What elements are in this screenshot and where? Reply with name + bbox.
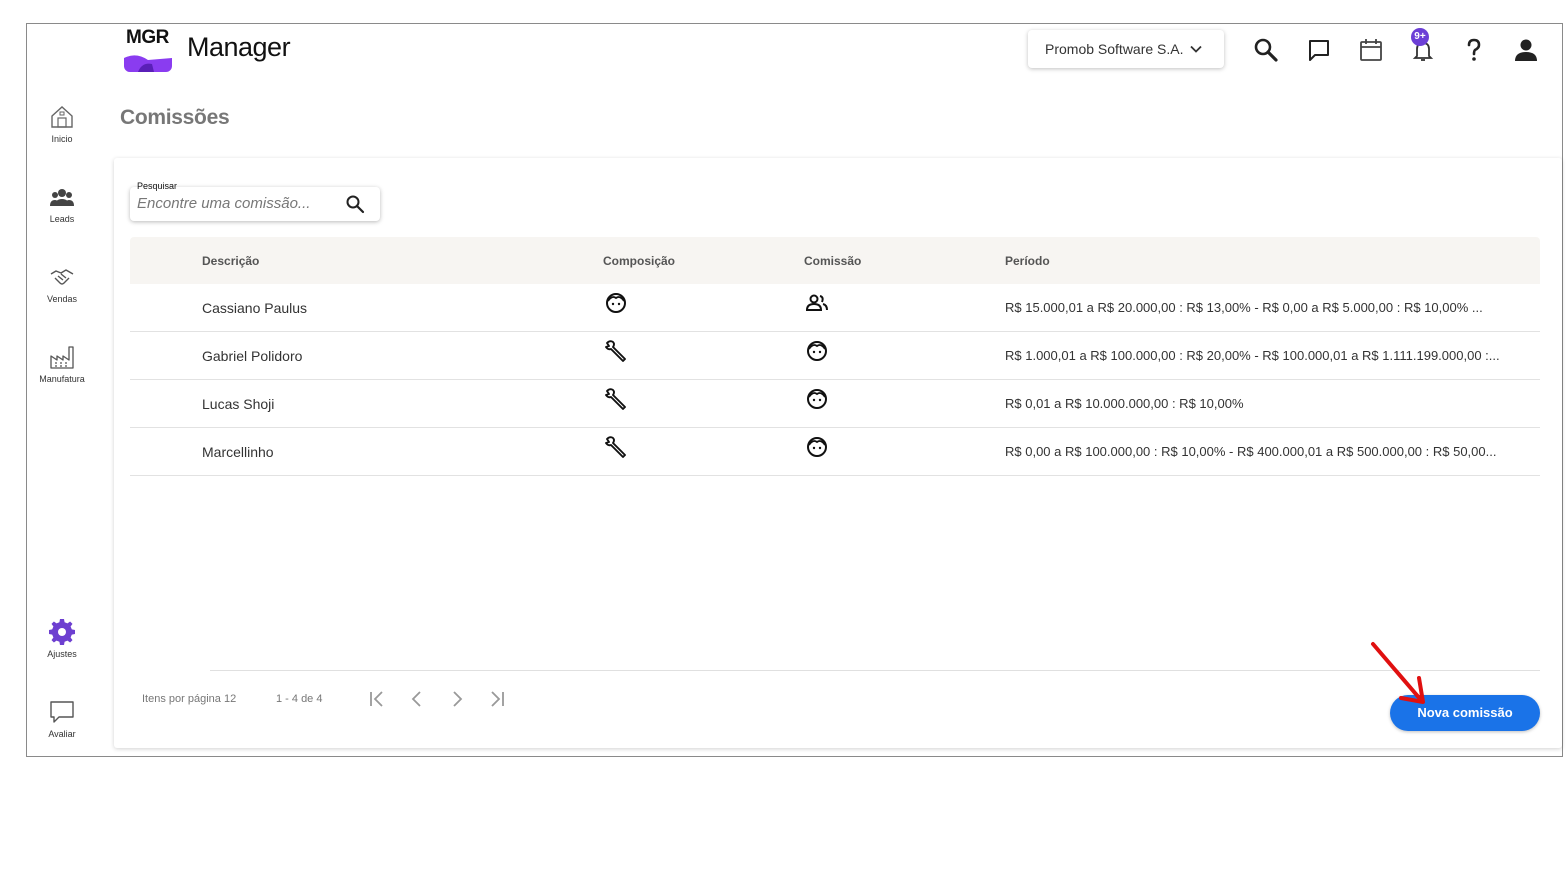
cell-periodo: R$ 15.000,01 a R$ 20.000,00 : R$ 13,00% …: [1005, 300, 1483, 315]
cell-descricao: Gabriel Polidoro: [202, 348, 303, 364]
logo-shape: [124, 55, 172, 72]
search-input[interactable]: [137, 195, 337, 212]
sidebar-label-leads: Leads: [49, 214, 75, 224]
face-icon: [807, 437, 827, 457]
column-header-periodo[interactable]: Período: [1005, 254, 1050, 268]
chat-icon[interactable]: [1305, 36, 1333, 64]
notification-badge: 9+: [1411, 28, 1429, 46]
last-page-icon[interactable]: [486, 688, 508, 710]
table-row[interactable]: Marcellinho R$ 0,00 a R$ 100.000,00 : R$…: [130, 428, 1540, 476]
company-name: Promob Software S.A.: [1045, 41, 1184, 57]
column-header-composicao[interactable]: Composição: [603, 254, 675, 268]
app-logo[interactable]: MGR: [124, 24, 172, 72]
sidebar-item-ajustes[interactable]: Ajustes: [27, 619, 97, 659]
chevron-down-icon: [1190, 45, 1202, 53]
items-per-page[interactable]: Itens por página 12: [142, 693, 236, 705]
cell-periodo: R$ 0,01 a R$ 10.000.000,00 : R$ 10,00%: [1005, 396, 1244, 411]
sidebar-item-vendas[interactable]: Vendas: [27, 264, 97, 304]
help-icon[interactable]: [1460, 36, 1488, 64]
cell-descricao: Lucas Shoji: [202, 396, 275, 412]
pager-divider: [210, 670, 1540, 671]
column-header-descricao[interactable]: Descrição: [202, 254, 259, 268]
company-selector[interactable]: Promob Software S.A.: [1028, 30, 1224, 68]
search-icon[interactable]: [1252, 36, 1280, 64]
gear-icon: [49, 619, 75, 645]
group-icon: [805, 294, 828, 311]
face-icon: [807, 389, 827, 409]
cell-descricao: Cassiano Paulus: [202, 300, 308, 316]
page-range: 1 - 4 de 4: [276, 693, 323, 705]
user-icon[interactable]: [1512, 36, 1540, 64]
wrench-icon: [605, 436, 626, 458]
next-page-icon[interactable]: [446, 688, 468, 710]
search-box[interactable]: Pesquisar: [130, 181, 380, 221]
sidebar-label-inicio: Inicio: [51, 134, 73, 144]
first-page-icon[interactable]: [366, 688, 388, 710]
table-row[interactable]: Gabriel Polidoro R$ 1.000,01 a R$ 100.00…: [130, 332, 1540, 380]
column-header-comissao[interactable]: Comissão: [804, 254, 861, 268]
sidebar-item-inicio[interactable]: Inicio: [27, 104, 97, 144]
calendar-icon[interactable]: [1357, 36, 1385, 64]
sidebar-label-avaliar: Avaliar: [48, 729, 76, 739]
logo-text: MGR: [126, 27, 169, 48]
factory-icon: [50, 346, 74, 369]
prev-page-icon[interactable]: [406, 688, 428, 710]
sidebar-item-avaliar[interactable]: Avaliar: [27, 699, 97, 739]
app-title: Manager: [187, 32, 291, 62]
wrench-icon: [605, 340, 626, 362]
face-icon: [807, 341, 827, 361]
table-row[interactable]: Lucas Shoji R$ 0,01 a R$ 10.000.000,00 :…: [130, 380, 1540, 428]
page-title: Comissões: [120, 106, 230, 129]
table-row[interactable]: Cassiano Paulus R$ 15.000,01 a R$ 20.000…: [130, 284, 1540, 332]
table-header: Descrição Composição Comissão Período: [130, 237, 1540, 284]
cell-descricao: Marcellinho: [202, 444, 274, 460]
commissions-table: Descrição Composição Comissão Período Ca…: [130, 237, 1540, 476]
sidebar-item-manufatura[interactable]: Manufatura: [27, 344, 97, 384]
sidebar-label-ajustes: Ajustes: [47, 649, 77, 659]
cell-periodo: R$ 0,00 a R$ 100.000,00 : R$ 10,00% - R$…: [1005, 444, 1497, 459]
annotation-arrow-icon: [1371, 642, 1425, 704]
sidebar-label-manufatura: Manufatura: [39, 374, 85, 384]
sidebar-label-vendas: Vendas: [46, 294, 78, 304]
handshake-icon: [50, 269, 74, 285]
commissions-card: Pesquisar Descrição Composição Comissão …: [114, 158, 1562, 748]
feedback-icon: [50, 701, 74, 723]
people-icon: [50, 189, 74, 206]
search-icon[interactable]: [345, 194, 365, 214]
search-label: Pesquisar: [137, 181, 178, 191]
wrench-icon: [605, 388, 626, 410]
face-icon: [606, 293, 626, 313]
sidebar-item-leads[interactable]: Leads: [27, 184, 97, 224]
cell-periodo: R$ 1.000,01 a R$ 100.000,00 : R$ 20,00% …: [1005, 348, 1500, 363]
home-icon: [51, 106, 73, 128]
app-window: MGR Manager Promob Software S.A. 9+ Inic…: [26, 23, 1563, 757]
